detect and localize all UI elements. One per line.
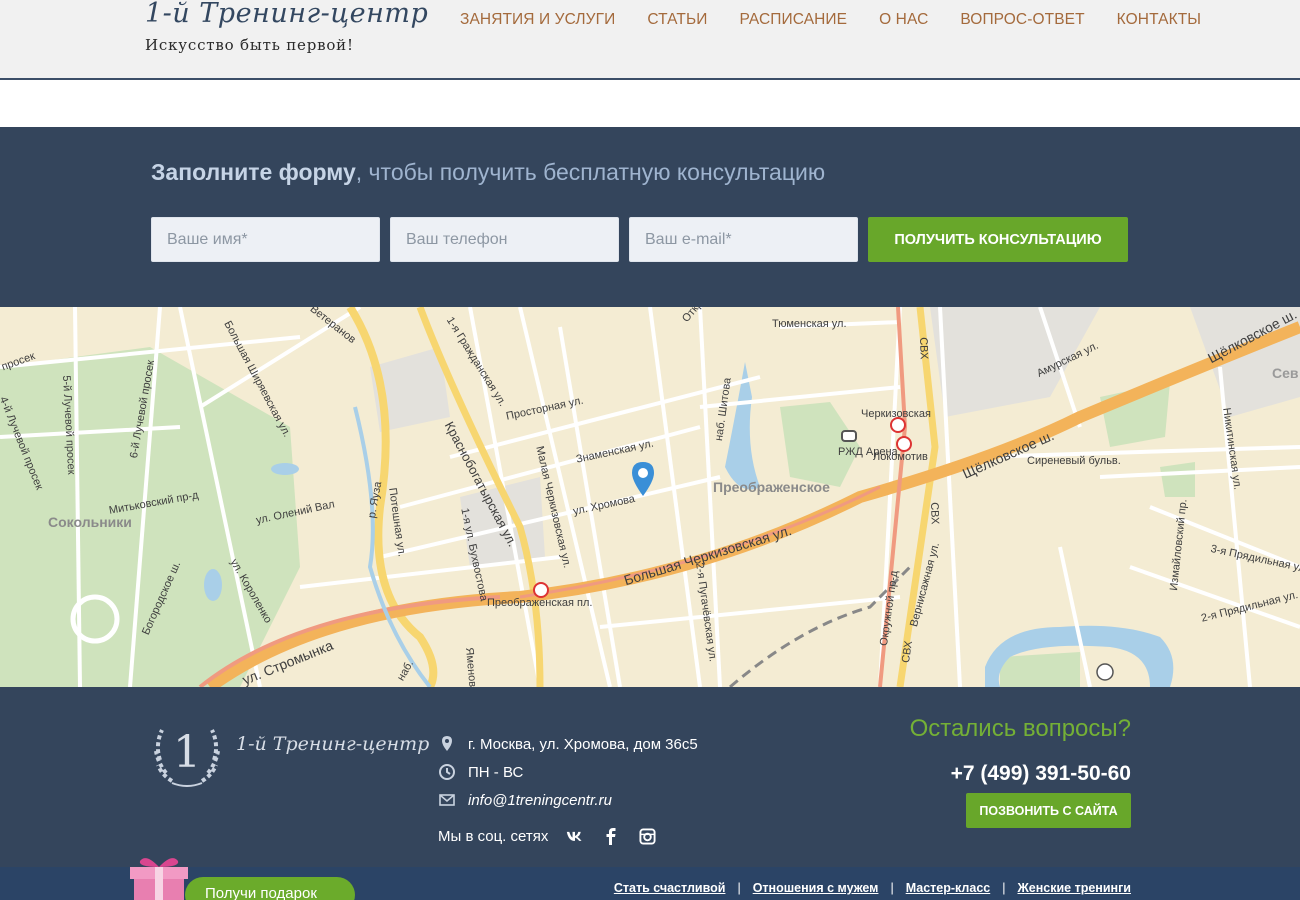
contact-address: г. Москва, ул. Хромова, дом 36с5: [438, 735, 698, 753]
park-area-4: [1000, 652, 1080, 687]
arena-icon: [841, 430, 857, 442]
logo-tagline: Искусство быть первой!: [145, 36, 354, 54]
social-label: Мы в соц. сетях: [438, 827, 549, 845]
social-links: Мы в соц. сетях: [438, 827, 656, 845]
link-masterclass[interactable]: Мастер-класс: [906, 881, 991, 895]
form-heading-rest: , чтобы получить бесплатную консультацию: [355, 159, 826, 185]
form-heading-bold: Заполните форму: [151, 159, 356, 185]
district-label: Сокольники: [48, 514, 132, 530]
instagram-icon[interactable]: [638, 827, 656, 845]
location-pin-icon: [632, 462, 654, 496]
gift-button-label: Получи подарок: [205, 885, 317, 900]
nav-item-articles[interactable]: СТАТЬИ: [631, 11, 723, 29]
site-header: 1-й Тренинг-центр Искусство быть первой!…: [0, 0, 1300, 80]
phone-number[interactable]: +7 (499) 391-50-60: [951, 762, 1131, 786]
footer-links: Стать счастливой | Отношения с мужем | М…: [614, 881, 1131, 895]
consultation-form: Заполните форму, чтобы получить бесплатн…: [0, 127, 1300, 307]
street-label: Тюменская ул.: [772, 318, 847, 330]
nav-item-faq[interactable]: ВОПРОС-ОТВЕТ: [944, 11, 1100, 29]
svg-text:1: 1: [173, 727, 201, 778]
metro-icon: [896, 436, 912, 452]
phone-input[interactable]: [390, 217, 619, 262]
hours-text: ПН - ВС: [468, 763, 524, 781]
district-label: Преображенское: [713, 479, 830, 495]
callback-button[interactable]: ПОЗВОНИТЬ С САЙТА: [966, 793, 1131, 828]
logo-title[interactable]: 1-й Тренинг-центр: [145, 0, 428, 29]
link-womens-trainings[interactable]: Женские тренинги: [1017, 881, 1131, 895]
metro-icon: [533, 582, 549, 598]
email-link[interactable]: info@1treningcentr.ru: [468, 792, 612, 809]
street-label: Сиреневый бульв.: [1027, 455, 1121, 467]
email-input[interactable]: [629, 217, 858, 262]
vk-icon[interactable]: [566, 827, 584, 845]
park-area: [780, 402, 860, 487]
name-input[interactable]: [151, 217, 380, 262]
facebook-icon[interactable]: [602, 827, 620, 845]
get-consultation-button[interactable]: ПОЛУЧИТЬ КОНСУЛЬТАЦИЮ: [868, 217, 1128, 262]
nav-item-services[interactable]: ЗАНЯТИЯ И УСЛУГИ: [444, 11, 631, 29]
link-be-happy[interactable]: Стать счастливой: [614, 881, 726, 895]
district-label: Сев Изм: [1272, 365, 1300, 381]
nav-item-schedule[interactable]: РАСПИСАНИЕ: [723, 11, 863, 29]
contact-hours: ПН - ВС: [438, 763, 523, 781]
metro-label: Преображенская пл.: [487, 597, 593, 609]
street-label: СВХ: [917, 337, 930, 360]
questions-heading: Остались вопросы?: [909, 715, 1131, 742]
nav-item-contacts[interactable]: КОНТАКТЫ: [1101, 11, 1217, 29]
park-area-3: [1160, 462, 1195, 497]
park-pond-2: [271, 463, 299, 475]
site-footer: 1 1-й Тренинг-центр г. Москва, ул. Хромо…: [0, 687, 1300, 867]
link-separator: |: [737, 881, 741, 895]
museum-icon: [1096, 663, 1114, 681]
street-label: СВХ: [928, 502, 941, 525]
metro-label: Черкизовская: [861, 408, 931, 420]
link-separator: |: [1002, 881, 1006, 895]
bottom-strip: Получи подарок Стать счастливой | Отноше…: [0, 858, 1300, 900]
map[interactable]: Сокольники Преображенское Сев Изм Тюменс…: [0, 307, 1300, 687]
mail-icon: [439, 794, 455, 806]
location-pin-icon: [442, 736, 452, 751]
link-separator: |: [890, 881, 894, 895]
laurel-emblem-icon[interactable]: 1: [150, 715, 224, 787]
main-nav: ЗАНЯТИЯ И УСЛУГИ СТАТЬИ РАСПИСАНИЕ О НАС…: [444, 11, 1217, 29]
svh-road: [896, 307, 939, 687]
clock-icon: [439, 764, 455, 780]
arena-label: РЖД Арена: [838, 446, 898, 458]
gift-box-icon[interactable]: [128, 853, 190, 900]
gift-button[interactable]: Получи подарок: [185, 877, 355, 900]
link-relationship[interactable]: Отношения с мужем: [753, 881, 879, 895]
address-text: г. Москва, ул. Хромова, дом 36с5: [468, 735, 698, 753]
form-heading: Заполните форму, чтобы получить бесплатн…: [151, 159, 825, 186]
park-pond: [204, 569, 222, 601]
footer-brand[interactable]: 1-й Тренинг-центр: [236, 733, 429, 755]
contact-email: info@1treningcentr.ru: [438, 791, 612, 809]
metro-icon: [890, 417, 906, 433]
nav-item-about[interactable]: О НАС: [863, 11, 944, 29]
